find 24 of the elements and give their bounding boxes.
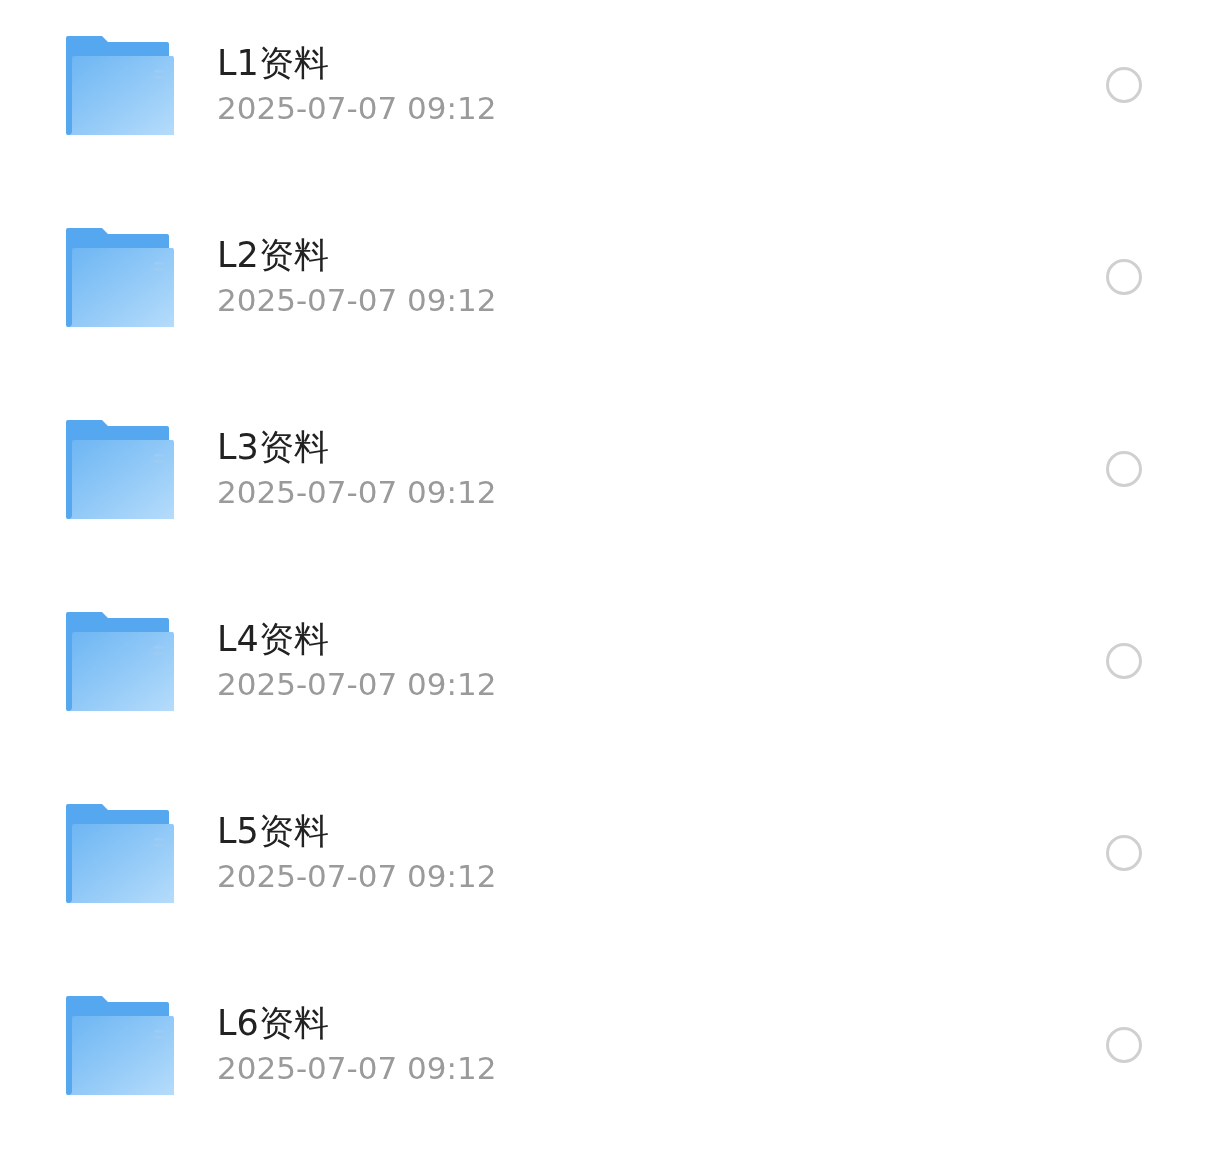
select-radio[interactable] (1106, 259, 1142, 295)
folder-icon (66, 227, 174, 327)
modified-date: 2025-07-07 09:12 (217, 858, 498, 896)
folder-icon (66, 611, 174, 711)
modified-date: 2025-07-07 09:12 (217, 90, 498, 128)
modified-date: 2025-07-07 09:12 (217, 474, 498, 512)
folder-icon (66, 803, 174, 903)
folder-name: L3资料 (217, 426, 330, 469)
select-radio[interactable] (1106, 643, 1142, 679)
select-radio[interactable] (1106, 67, 1142, 103)
select-radio[interactable] (1106, 1027, 1142, 1063)
folder-name: L6资料 (217, 1002, 330, 1045)
folder-name: L4资料 (217, 618, 330, 661)
folder-icon (66, 995, 174, 1095)
select-radio[interactable] (1106, 835, 1142, 871)
select-radio[interactable] (1106, 451, 1142, 487)
modified-date: 2025-07-07 09:12 (217, 666, 498, 704)
folder-name: L1资料 (217, 42, 330, 85)
folder-icon (66, 419, 174, 519)
modified-date: 2025-07-07 09:12 (217, 1050, 498, 1088)
folder-icon (66, 35, 174, 135)
folder-name: L2资料 (217, 234, 330, 277)
folder-name: L5资料 (217, 810, 330, 853)
modified-date: 2025-07-07 09:12 (217, 282, 498, 320)
